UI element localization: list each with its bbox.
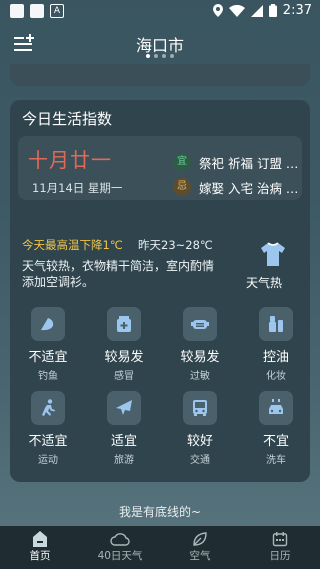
running-icon — [42, 399, 55, 416]
leaf-icon — [193, 532, 207, 546]
car-wash-icon — [269, 399, 283, 414]
index-item-makeup[interactable]: 控油 化妆 — [241, 307, 311, 382]
index-item-allergy[interactable]: 较易发 过敏 — [165, 307, 235, 382]
a-notification-icon: A — [50, 4, 64, 18]
battery-icon — [268, 4, 277, 17]
nav-calendar[interactable]: 日历 — [240, 526, 320, 569]
index-value: 较易发 — [180, 350, 220, 365]
index-label: 旅游 — [114, 455, 134, 466]
index-label: 运动 — [38, 455, 58, 466]
nav-home[interactable]: 首页 — [0, 526, 80, 569]
allergy-mask-icon — [191, 320, 209, 329]
index-value: 不适宜 — [28, 434, 68, 449]
fishing-icon — [41, 318, 54, 331]
bottom-navigation: 首页 40日天气 空气 日历 — [0, 526, 320, 569]
index-value: 适宜 — [110, 434, 137, 449]
shirt-icon — [261, 242, 285, 266]
clothing-description: 天气较热，衣物精干简洁，室内酌情添加空调衫。 — [22, 259, 215, 289]
signal-icon — [250, 4, 263, 17]
location-icon — [212, 4, 223, 17]
home-icon — [33, 531, 47, 547]
header: 海口市 — [0, 24, 320, 64]
yesterday-temperature: 昨天23~28℃ — [138, 238, 213, 252]
temperature-warning: 今天最高温下降1℃ — [22, 238, 123, 252]
bus-icon — [193, 400, 207, 416]
index-item-fishing[interactable]: 不适宜 钓鱼 — [13, 307, 83, 382]
ji-badge: 忌 — [173, 178, 191, 196]
ji-activities: 嫁娶 入宅 治病 … — [199, 181, 299, 196]
index-label: 交通 — [190, 455, 210, 466]
card-title: 今日生活指数 — [22, 110, 113, 128]
index-label: 过敏 — [190, 371, 210, 382]
index-label: 洗车 — [266, 455, 286, 466]
wifi-icon — [228, 4, 245, 17]
city-title[interactable]: 海口市 — [0, 32, 320, 56]
index-item-carwash[interactable]: 不宜 洗车 — [241, 391, 311, 466]
nav-40day[interactable]: 40日天气 — [80, 526, 160, 569]
nav-label: 空气 — [189, 550, 211, 562]
index-value: 较好 — [186, 434, 213, 449]
square-notification-icon — [30, 4, 44, 18]
index-value: 控油 — [262, 350, 289, 365]
index-value: 不宜 — [262, 434, 289, 449]
index-label: 钓鱼 — [38, 371, 58, 382]
page-indicator — [0, 54, 320, 58]
life-index-card: 今日生活指数 十月廿一 11月14日 星期一 宜 祭祀 祈福 订盟 … 忌 嫁娶… — [10, 100, 310, 482]
cloud-icon — [110, 533, 130, 546]
status-time: 2:37 — [282, 3, 312, 18]
page-dot — [162, 54, 166, 58]
calendar-icon — [272, 532, 288, 547]
nav-air[interactable]: 空气 — [160, 526, 240, 569]
previous-card-bottom — [10, 64, 310, 86]
solar-date: 11月14日 星期一 — [32, 181, 123, 195]
index-label: 化妆 — [266, 371, 286, 382]
airplane-icon — [116, 400, 132, 415]
index-item-sport[interactable]: 不适宜 运动 — [13, 391, 83, 466]
index-value: 较易发 — [104, 350, 144, 365]
status-bar: A 2:37 — [0, 0, 320, 24]
nav-label: 首页 — [29, 550, 51, 562]
almanac-panel[interactable]: 十月廿一 11月14日 星期一 宜 祭祀 祈福 订盟 … 忌 嫁娶 入宅 治病 … — [18, 136, 302, 200]
page-dot — [170, 54, 174, 58]
index-label: 感冒 — [114, 371, 134, 382]
index-item-travel[interactable]: 适宜 旅游 — [89, 391, 159, 466]
page-dot — [146, 54, 150, 58]
index-item-cold[interactable]: 较易发 感冒 — [89, 307, 159, 382]
gallery-notification-icon — [10, 4, 24, 18]
nav-label: 40日天气 — [97, 550, 143, 562]
index-value: 不适宜 — [28, 350, 68, 365]
clothing-label: 天气热 — [246, 276, 283, 290]
end-of-list-note: 我是有底线的~ — [118, 505, 202, 519]
nav-label: 日历 — [269, 550, 291, 562]
yi-badge: 宜 — [173, 153, 191, 171]
index-item-traffic[interactable]: 较好 交通 — [165, 391, 235, 466]
lunar-date: 十月廿一 — [28, 148, 112, 172]
yi-activities: 祭祀 祈福 订盟 … — [199, 156, 299, 171]
page-dot — [154, 54, 158, 58]
cold-medicine-icon — [117, 316, 131, 332]
cosmetics-icon — [269, 316, 283, 332]
